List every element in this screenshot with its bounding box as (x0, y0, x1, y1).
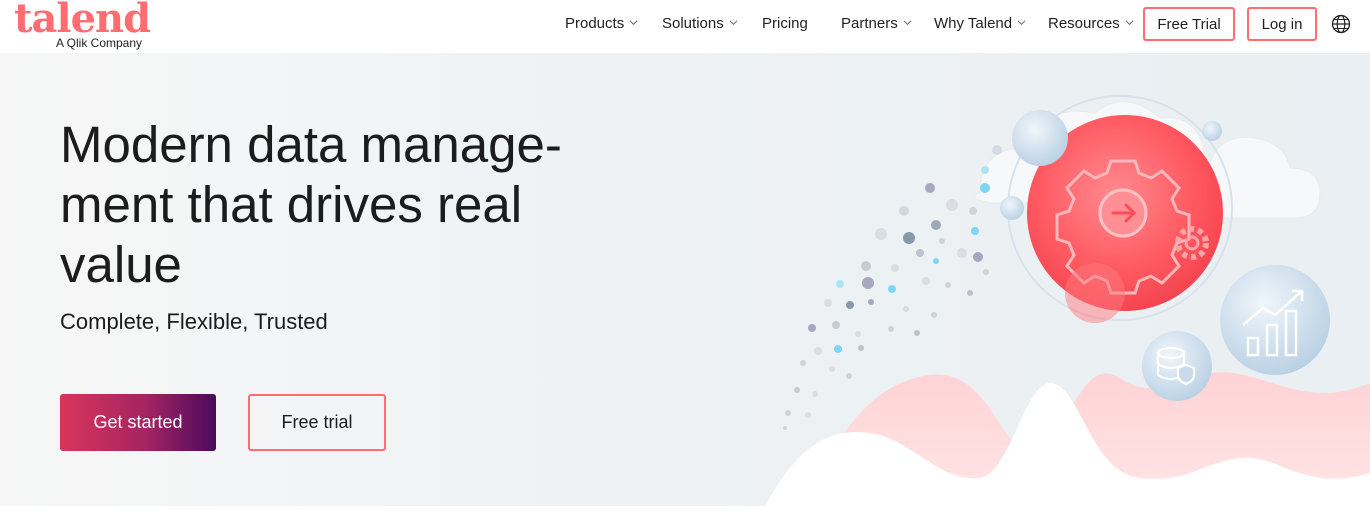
nav-solutions[interactable]: Solutions (662, 15, 738, 32)
chevron-down-icon (1017, 20, 1026, 26)
nav-resources[interactable]: Resources (1048, 15, 1134, 32)
site-header: talend A Qlik Company Products Solutions… (0, 0, 1370, 53)
hero-title: Modern data manage-ment that drives real… (60, 116, 562, 293)
talend-logo[interactable]: talend A Qlik Company (14, 0, 151, 50)
chevron-down-icon (1125, 20, 1134, 26)
hero-section: Modern data manage-ment that drives real… (0, 53, 1370, 506)
hero-subtitle: Complete, Flexible, Trusted (60, 309, 328, 334)
nav-products[interactable]: Products (565, 15, 638, 32)
get-started-button[interactable]: Get started (60, 394, 216, 451)
nav-why-talend[interactable]: Why Talend (934, 15, 1026, 32)
logo-wordmark: talend (14, 0, 151, 42)
nav-products-label: Products (565, 15, 625, 32)
hero-illustration (765, 95, 1370, 506)
nav-why-talend-label: Why Talend (934, 15, 1013, 32)
nav-resources-label: Resources (1048, 15, 1120, 32)
nav-pricing[interactable]: Pricing (762, 15, 808, 32)
free-trial-hero-button[interactable]: Free trial (248, 394, 386, 451)
nav-solutions-label: Solutions (662, 15, 724, 32)
free-trial-button[interactable]: Free Trial (1143, 7, 1235, 41)
globe-icon[interactable] (1331, 14, 1351, 34)
chevron-down-icon (903, 20, 912, 26)
nav-pricing-label: Pricing (762, 15, 808, 32)
chevron-down-icon (629, 20, 638, 26)
nav-partners-label: Partners (841, 15, 898, 32)
login-button[interactable]: Log in (1247, 7, 1317, 41)
page-bottom-strip (0, 506, 1370, 528)
logo-tagline: A Qlik Company (56, 36, 143, 50)
nav-partners[interactable]: Partners (841, 15, 912, 32)
chevron-down-icon (729, 20, 738, 26)
